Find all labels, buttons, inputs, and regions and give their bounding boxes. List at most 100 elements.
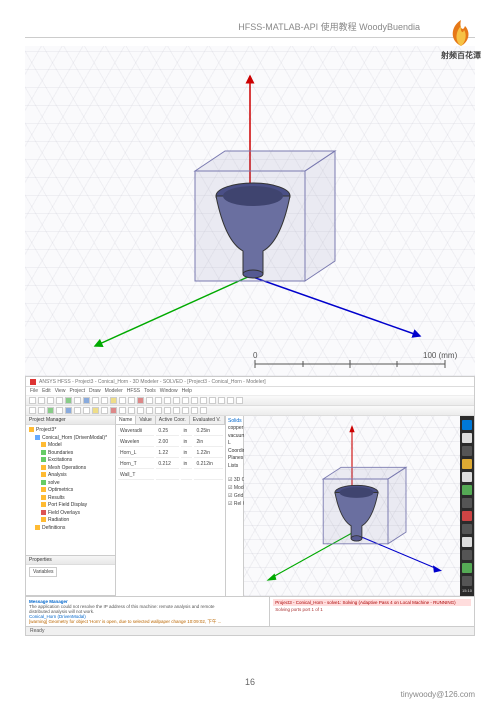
checkbox-item[interactable]: ☑ Grid bbox=[228, 493, 241, 499]
toolbar-button[interactable] bbox=[209, 397, 216, 404]
toolbar-button[interactable] bbox=[74, 397, 81, 404]
taskbar-button[interactable] bbox=[462, 537, 472, 547]
taskbar-button[interactable] bbox=[462, 446, 472, 456]
toolbar-button[interactable] bbox=[110, 407, 117, 414]
toolbar-button[interactable] bbox=[182, 397, 189, 404]
toolbar-button[interactable] bbox=[173, 397, 180, 404]
tree-item[interactable]: Analysis bbox=[29, 472, 112, 480]
table-row[interactable]: Horn_L1.22in1.22in bbox=[118, 449, 223, 458]
menu-help[interactable]: Help bbox=[182, 388, 192, 394]
menu-edit[interactable]: Edit bbox=[42, 388, 51, 394]
tree-item[interactable]: Boundaries bbox=[29, 450, 112, 458]
table-row[interactable]: Wall_T bbox=[118, 471, 223, 480]
toolbar-button[interactable] bbox=[164, 407, 171, 414]
taskbar-button[interactable] bbox=[462, 563, 472, 573]
taskbar-button[interactable] bbox=[462, 524, 472, 534]
toolbar-button[interactable] bbox=[191, 397, 198, 404]
toolbar-button[interactable] bbox=[92, 397, 99, 404]
toolbar-button[interactable] bbox=[119, 407, 126, 414]
toolbar-button[interactable] bbox=[56, 397, 63, 404]
toolbar-button[interactable] bbox=[155, 407, 162, 414]
tree-item[interactable]: Planes bbox=[228, 455, 241, 463]
toolbar-button[interactable] bbox=[38, 397, 45, 404]
toolbar-button[interactable] bbox=[38, 407, 45, 414]
table-row[interactable]: Horn_T0.212in0.212in bbox=[118, 460, 223, 469]
toolbar-button[interactable] bbox=[227, 397, 234, 404]
tree-item[interactable]: solve bbox=[29, 480, 112, 488]
tree-item[interactable]: Radiation bbox=[29, 517, 112, 525]
toolbar-button[interactable] bbox=[173, 407, 180, 414]
toolbar-button[interactable] bbox=[74, 407, 81, 414]
menu-project[interactable]: Project bbox=[69, 388, 85, 394]
table-row[interactable]: Waveradii0.25in0.25in bbox=[118, 427, 223, 436]
toolbar-button[interactable] bbox=[83, 397, 90, 404]
toolbar-button[interactable] bbox=[200, 397, 207, 404]
toolbar-button[interactable] bbox=[110, 397, 117, 404]
message-manager[interactable]: Message Manager The application could no… bbox=[26, 597, 270, 626]
menu-tools[interactable]: Tools bbox=[144, 388, 156, 394]
toolbar-button[interactable] bbox=[137, 397, 144, 404]
col-value[interactable]: Value bbox=[136, 416, 155, 424]
checkbox-item[interactable]: ☑ Rel CS bbox=[228, 501, 241, 507]
menu-hfss[interactable]: HFSS bbox=[127, 388, 140, 394]
menu-view[interactable]: View bbox=[55, 388, 66, 394]
toolbar-button[interactable] bbox=[65, 407, 72, 414]
taskbar-button[interactable] bbox=[462, 550, 472, 560]
taskbar-button[interactable] bbox=[462, 576, 472, 586]
toolbar-button[interactable] bbox=[155, 397, 162, 404]
tree-item[interactable]: Excitations bbox=[29, 457, 112, 465]
tree-item[interactable]: Mesh Operations bbox=[29, 465, 112, 473]
toolbar-button[interactable] bbox=[137, 407, 144, 414]
toolbar-button[interactable] bbox=[128, 397, 135, 404]
toolbar-button[interactable] bbox=[218, 397, 225, 404]
toolbar-button[interactable] bbox=[56, 407, 63, 414]
properties-tab[interactable]: Variables bbox=[29, 567, 57, 577]
checkbox-item[interactable]: ☑ 3D Compo... bbox=[228, 477, 241, 483]
tree-item[interactable]: Field Overlays bbox=[29, 510, 112, 518]
toolbar-button[interactable] bbox=[101, 397, 108, 404]
checkbox-item[interactable]: ☑ Model bbox=[228, 485, 241, 491]
toolbar-button[interactable] bbox=[146, 397, 153, 404]
tree-item[interactable]: copper bbox=[228, 425, 241, 433]
taskbar-button[interactable] bbox=[462, 433, 472, 443]
tree-item[interactable]: Conical_Horn (DrivenModal)* bbox=[29, 435, 112, 443]
taskbar-button[interactable] bbox=[462, 472, 472, 482]
toolbar-button[interactable] bbox=[29, 407, 36, 414]
menu-modeler[interactable]: Modeler bbox=[105, 388, 123, 394]
tree-item[interactable]: Lists bbox=[228, 463, 241, 471]
toolbar-button[interactable] bbox=[236, 397, 243, 404]
toolbar-button[interactable] bbox=[47, 397, 54, 404]
tree-item[interactable]: Results bbox=[29, 495, 112, 503]
tree-item[interactable]: Port Field Display bbox=[29, 502, 112, 510]
taskbar-start-button[interactable] bbox=[462, 420, 472, 430]
tree-item[interactable]: Definitions bbox=[29, 525, 112, 533]
taskbar-button[interactable] bbox=[462, 459, 472, 469]
toolbar-button[interactable] bbox=[29, 397, 36, 404]
toolbar-button[interactable] bbox=[128, 407, 135, 414]
toolbar-button[interactable] bbox=[83, 407, 90, 414]
taskbar-button[interactable] bbox=[462, 511, 472, 521]
menu-file[interactable]: File bbox=[30, 388, 38, 394]
col-name[interactable]: Name bbox=[116, 416, 136, 424]
tree-item[interactable]: L bbox=[228, 440, 241, 448]
model-viewport[interactable] bbox=[244, 416, 460, 596]
toolbar-button[interactable] bbox=[65, 397, 72, 404]
menu-draw[interactable]: Draw bbox=[89, 388, 101, 394]
tree-item[interactable]: Optimetrics bbox=[29, 487, 112, 495]
toolbar-button[interactable] bbox=[119, 397, 126, 404]
tree-item[interactable]: Model bbox=[29, 442, 112, 450]
toolbar-button[interactable] bbox=[47, 407, 54, 414]
toolbar-button[interactable] bbox=[191, 407, 198, 414]
tree-item[interactable]: vacuum bbox=[228, 433, 241, 441]
toolbar-button[interactable] bbox=[200, 407, 207, 414]
project-tree[interactable]: Project3*Conical_Horn (DrivenModal)*Mode… bbox=[26, 425, 115, 534]
col-active[interactable]: Active Coor. bbox=[156, 416, 190, 424]
toolbar-button[interactable] bbox=[101, 407, 108, 414]
menu-window[interactable]: Window bbox=[160, 388, 178, 394]
tree-item[interactable]: Coordin... bbox=[228, 448, 241, 456]
taskbar-button[interactable] bbox=[462, 498, 472, 508]
variable-table[interactable]: Waveradii0.25in0.25inWavelen2.00in2inHor… bbox=[116, 425, 225, 482]
toolbar-button[interactable] bbox=[92, 407, 99, 414]
col-eval[interactable]: Evaluated V. bbox=[190, 416, 225, 424]
tree-item[interactable]: Project3* bbox=[29, 427, 112, 435]
